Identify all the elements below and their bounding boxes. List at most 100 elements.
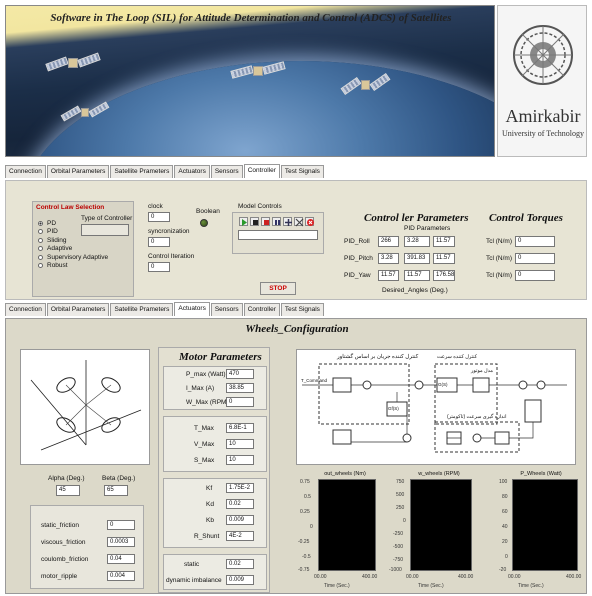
torque-value: 0 bbox=[515, 253, 555, 264]
pid-value[interactable]: 3.28 bbox=[404, 236, 430, 247]
x-tick-label: 00.00 bbox=[508, 574, 521, 580]
x-tick-label: 400.00 bbox=[458, 574, 474, 580]
motor-param-input[interactable]: 470 bbox=[226, 369, 254, 379]
motor-param-input[interactable]: 0 bbox=[226, 397, 254, 407]
model-status-field bbox=[238, 230, 318, 240]
motor-param-label: W_Max (RPM) bbox=[186, 399, 229, 406]
friction-input[interactable]: 0.04 bbox=[107, 554, 135, 564]
y-tick-label: -20 bbox=[499, 567, 507, 573]
tab-orbital-parameters[interactable]: Orbital Parameters bbox=[46, 303, 110, 316]
motor-param-label: static bbox=[184, 561, 200, 568]
controller-params-title: Control ler Parameters bbox=[364, 212, 469, 224]
y-tick-label: 0 bbox=[310, 524, 313, 530]
pid-value[interactable]: 11.57 bbox=[433, 253, 455, 264]
motor-param-input[interactable]: 10 bbox=[226, 439, 254, 449]
pid-value[interactable]: 266 bbox=[378, 236, 399, 247]
control-law-box: Control Law Selection Type of Controller… bbox=[32, 201, 134, 297]
y-tick-label: 100 bbox=[499, 479, 508, 485]
pid-value[interactable]: 3.28 bbox=[378, 253, 399, 264]
motor-param-label: S_Max bbox=[194, 457, 215, 464]
radio-adaptive[interactable]: Adaptive bbox=[38, 245, 108, 254]
friction-label: viscous_friction bbox=[41, 539, 86, 546]
tab-connection[interactable]: Connection bbox=[5, 303, 46, 316]
chart-title: P_Wheels (Watt) bbox=[520, 471, 562, 477]
pause-button[interactable] bbox=[272, 217, 281, 226]
clock-value: 0 bbox=[148, 212, 170, 222]
wheel-geometry-icon bbox=[30, 360, 142, 451]
radio-supervisory-adaptive[interactable]: Supervisory Adaptive bbox=[38, 253, 108, 262]
tab-test-signals[interactable]: Test Signals bbox=[280, 165, 324, 178]
tab-connection[interactable]: Connection bbox=[5, 165, 46, 178]
tab-satellite-parameters[interactable]: Satellite Prameters bbox=[110, 303, 174, 316]
friction-label: static_friction bbox=[41, 522, 79, 529]
friction-input[interactable]: 0 bbox=[107, 520, 135, 530]
friction-input[interactable]: 0.0003 bbox=[107, 537, 135, 547]
motor-param-input[interactable]: 6.8E-1 bbox=[226, 423, 254, 433]
friction-label: motor_ripple bbox=[41, 573, 78, 580]
run-button[interactable] bbox=[239, 217, 248, 226]
motor-param-input[interactable]: 38.85 bbox=[226, 383, 254, 393]
pid-params-title: PID Parameters bbox=[404, 225, 451, 232]
tab-sensors[interactable]: Sensors bbox=[210, 303, 243, 316]
tab-satellite-parameters[interactable]: Satellite Prameters bbox=[110, 165, 174, 178]
pid-value[interactable]: 11.57 bbox=[433, 236, 455, 247]
abort-button[interactable] bbox=[305, 217, 314, 226]
motor-group-2: T_Max 6.8E-1 V_Max 10 S_Max 10 bbox=[163, 416, 267, 472]
motor-param-input[interactable]: 4E-2 bbox=[226, 531, 254, 541]
beta-input[interactable]: 65 bbox=[104, 485, 128, 496]
banner-image: Software in The Loop (SIL) for Attitude … bbox=[5, 5, 495, 157]
y-tick-label: 0.75 bbox=[300, 479, 310, 485]
motor-param-input[interactable]: 1.75E-2 bbox=[226, 483, 254, 493]
motor-parameters-title: Motor Parameters bbox=[179, 351, 262, 363]
wheels-configuration-title: Wheels_Configuration bbox=[245, 323, 349, 335]
friction-input[interactable]: 0.004 bbox=[107, 571, 135, 581]
radio-sliding[interactable]: Sliding bbox=[38, 236, 108, 245]
banner: Software in The Loop (SIL) for Attitude … bbox=[5, 5, 587, 157]
tab-orbital-parameters[interactable]: Orbital Parameters bbox=[46, 165, 110, 178]
tab-sensors[interactable]: Sensors bbox=[210, 165, 243, 178]
diagram-label-arabic-mid1: کنترل کننده سرعت bbox=[437, 354, 478, 360]
motor-param-input[interactable]: 0.009 bbox=[226, 515, 254, 525]
y-tick-label: 0 bbox=[403, 518, 406, 524]
tab-controller[interactable]: Controller bbox=[243, 164, 280, 178]
y-tick-label: -500 bbox=[393, 544, 404, 550]
motor-param-input[interactable]: 0.02 bbox=[226, 499, 254, 509]
tools-icon bbox=[295, 218, 304, 227]
sync-value: 0 bbox=[148, 237, 170, 247]
control-torques-title: Control Torques bbox=[489, 212, 563, 224]
motor-param-label: dynamic imbalance bbox=[166, 577, 222, 584]
y-tick-label: -0.25 bbox=[298, 539, 310, 545]
tab-controller[interactable]: Controller bbox=[243, 303, 280, 316]
stop-model-button[interactable] bbox=[261, 217, 270, 226]
pid-value[interactable]: 391.83 bbox=[404, 253, 430, 264]
p-wheels-chart bbox=[512, 479, 578, 571]
chart-title: w_wheels (RPM) bbox=[418, 471, 460, 477]
stop-button-label: STOP bbox=[269, 285, 287, 292]
step-button[interactable] bbox=[250, 217, 259, 226]
pid-value[interactable]: 176.58 bbox=[433, 270, 455, 281]
motor-param-label: Kd bbox=[206, 501, 214, 508]
tools-button[interactable] bbox=[294, 217, 304, 227]
radio-dot-icon bbox=[38, 263, 43, 269]
control-law-radio-group: PD PID Sliding Adaptive Supervisory Adap… bbox=[38, 219, 108, 270]
pid-row-label: PID_Yaw bbox=[344, 272, 371, 279]
motor-param-input[interactable]: 0.009 bbox=[226, 575, 254, 585]
radio-pid[interactable]: PID bbox=[38, 228, 108, 237]
x-tick-label: 400.00 bbox=[566, 574, 582, 580]
pid-value[interactable]: 11.57 bbox=[404, 270, 430, 281]
radio-pd[interactable]: PD bbox=[38, 219, 108, 228]
stop-button[interactable]: STOP bbox=[260, 282, 296, 295]
tab-test-signals[interactable]: Test Signals bbox=[280, 303, 324, 316]
radio-robust[interactable]: Robust bbox=[38, 262, 108, 271]
motor-param-input[interactable]: 0.02 bbox=[226, 559, 254, 569]
motor-param-input[interactable]: 10 bbox=[226, 455, 254, 465]
alpha-input[interactable]: 45 bbox=[56, 485, 80, 496]
settings-button[interactable] bbox=[283, 217, 292, 226]
pid-value[interactable]: 11.57 bbox=[378, 270, 399, 281]
friction-label: coulomb_friction bbox=[41, 556, 89, 563]
tab-actuators[interactable]: Actuators bbox=[174, 165, 210, 178]
motor-param-label: P_max (Watt) bbox=[186, 371, 226, 378]
radio-dot-icon bbox=[38, 229, 43, 235]
desired-angles-label: Desired_Angles (Deg.) bbox=[382, 287, 448, 294]
tab-actuators[interactable]: Actuators bbox=[174, 302, 210, 316]
